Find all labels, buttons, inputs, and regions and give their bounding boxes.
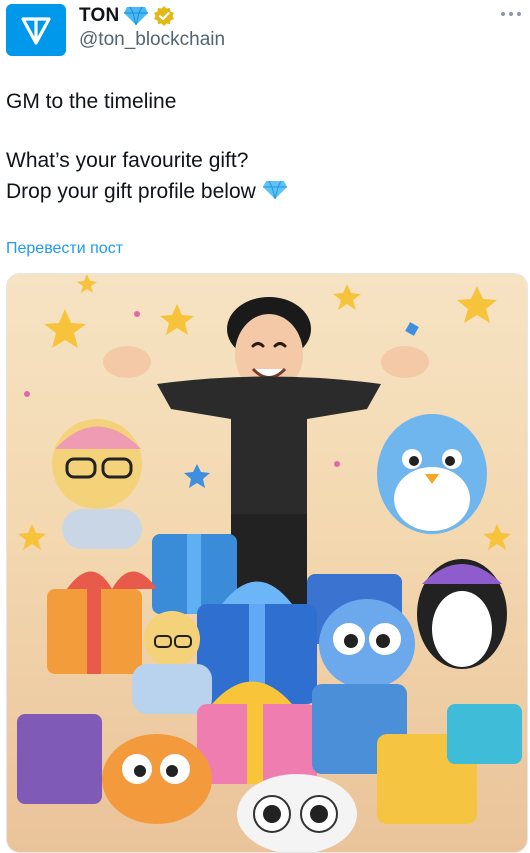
post-text: GM to the timeline What’s your favourite… [6, 86, 516, 207]
account-handle[interactable]: @ton_blockchain [79, 29, 225, 51]
post-line-1: GM to the timeline [6, 90, 177, 113]
diamond-emoji-icon [262, 180, 287, 200]
avatar[interactable] [6, 4, 66, 56]
post-line-2: What’s your favourite gift? [6, 149, 249, 172]
post-image[interactable] [6, 273, 528, 853]
post-line-3: Drop your gift profile below [6, 176, 516, 207]
more-options-icon[interactable] [498, 6, 524, 22]
gold-verified-icon [154, 6, 175, 26]
diamond-badge-icon [124, 6, 149, 26]
account-name[interactable]: TON [79, 5, 119, 27]
post-header: TON @ton_blockchain [6, 2, 524, 58]
account-name-row: TON [79, 4, 175, 28]
gift-illustration [17, 274, 522, 852]
ton-logo-icon [21, 17, 51, 45]
translate-post-link[interactable]: Перевести пост [6, 240, 123, 258]
